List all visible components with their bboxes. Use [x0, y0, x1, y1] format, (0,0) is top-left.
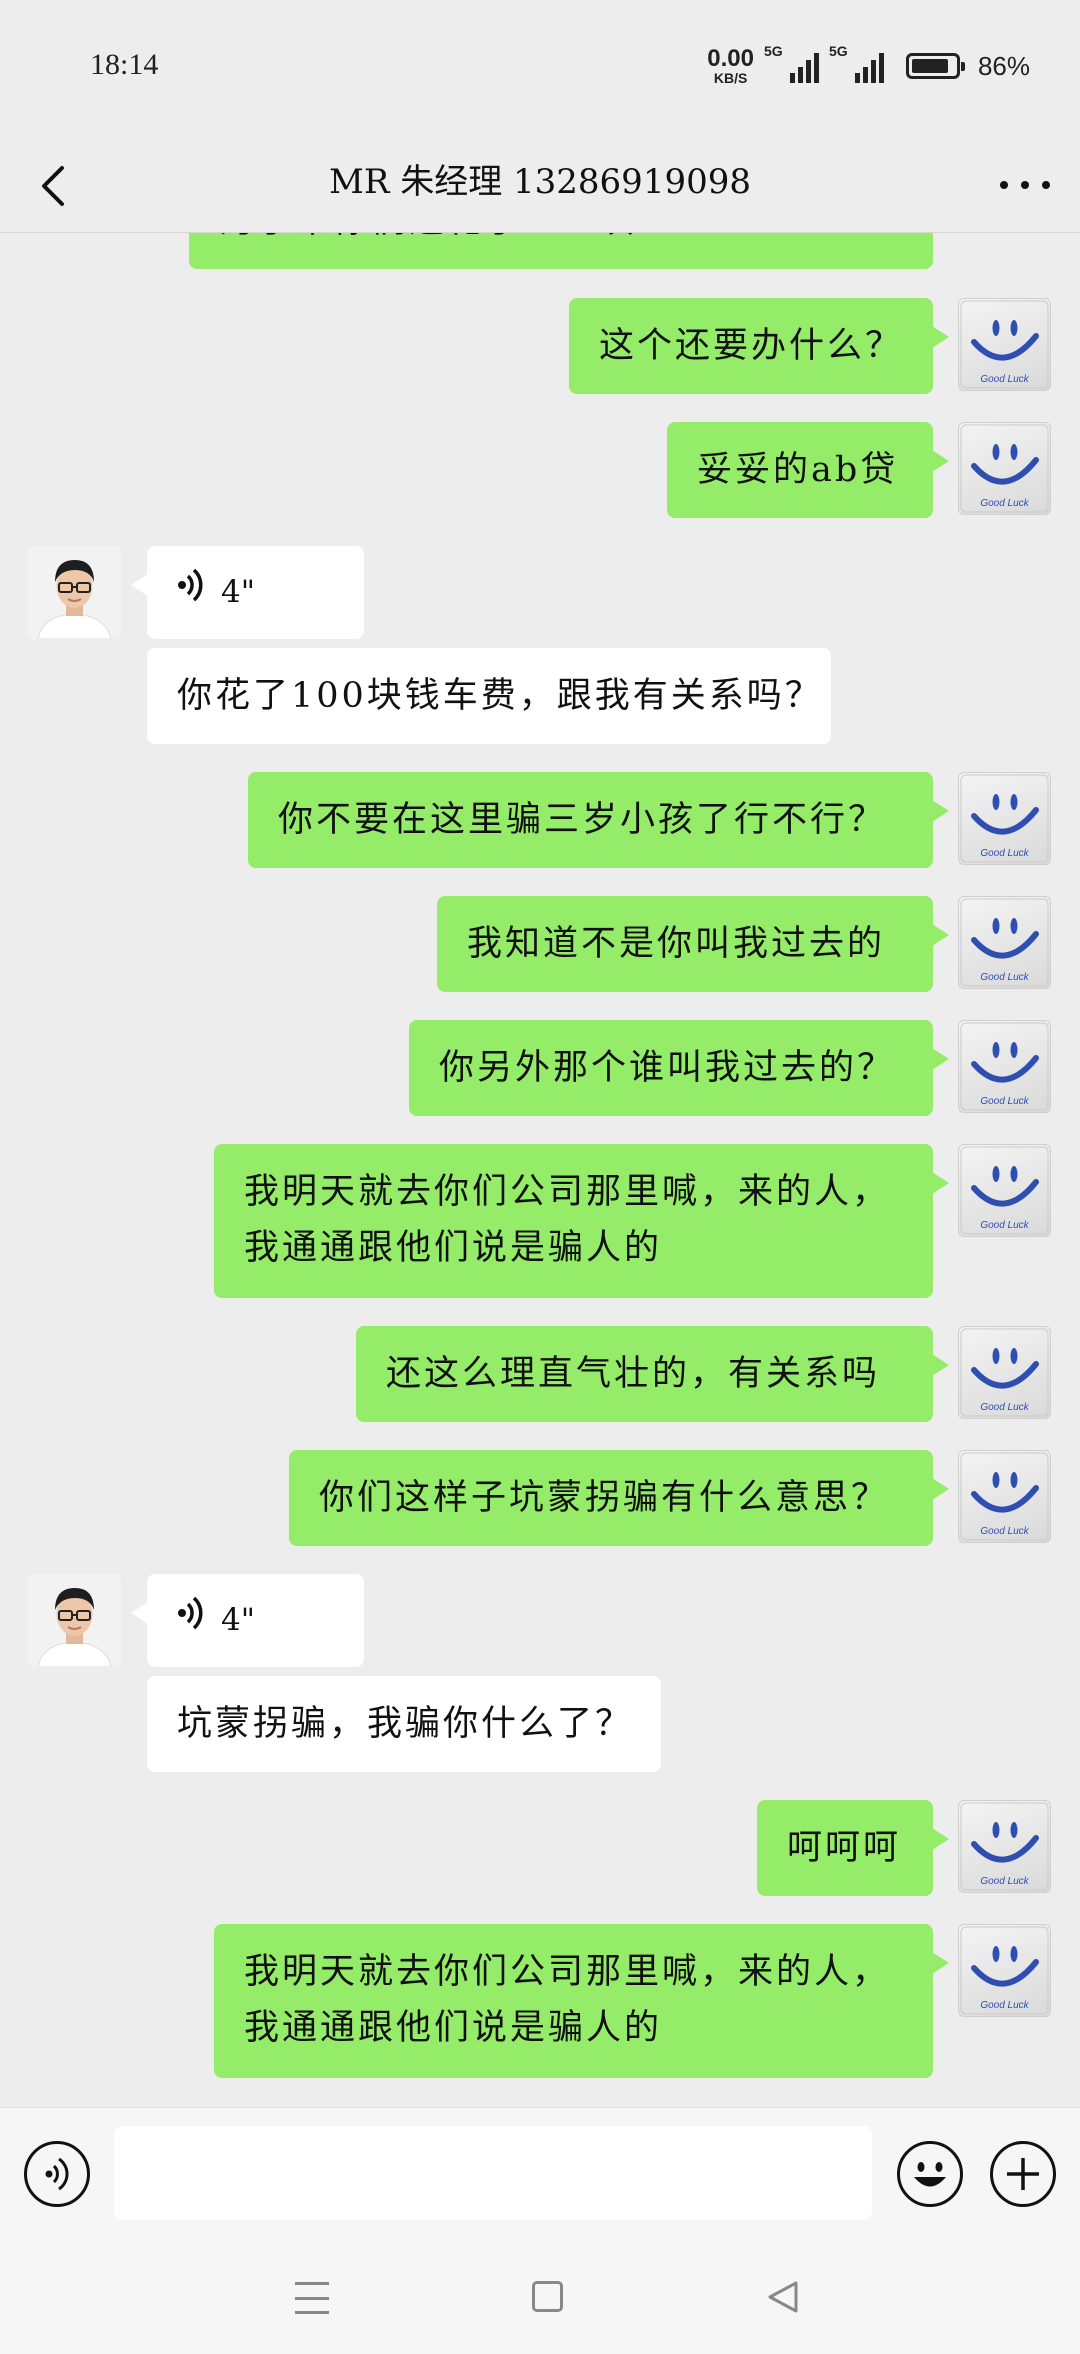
avatar-caption: Good Luck [980, 848, 1029, 859]
self-avatar[interactable]: Good Luck [958, 1020, 1051, 1113]
message-text-line: 我明天就去你们公司那里喊，来的人， [244, 1952, 891, 1992]
avatar-caption: Good Luck [980, 1402, 1029, 1413]
self-avatar[interactable]: Good Luck [958, 1144, 1051, 1237]
message-bubble-self[interactable]: 妥妥的ab贷 [667, 422, 949, 518]
signal-icon-sim2: 5G [829, 43, 884, 83]
self-avatar[interactable]: Good Luck [958, 896, 1051, 989]
message-input[interactable] [114, 2126, 872, 2220]
message-bubble-self[interactable]: 这个还要办什么？ [569, 298, 949, 394]
contact-avatar[interactable] [28, 1574, 121, 1667]
voice-input-icon[interactable] [24, 2141, 90, 2207]
self-avatar[interactable]: Good Luck [958, 1924, 1051, 2017]
avatar-caption: Good Luck [980, 1876, 1029, 1887]
battery-percent: 86% [977, 50, 1030, 81]
voice-wave-icon [177, 1592, 205, 1648]
self-avatar[interactable]: Good Luck [958, 1800, 1051, 1893]
message-bubble-self[interactable]: 我明天就去你们公司那里喊，来的人， 我通通跟他们说是骗人的 [214, 1924, 949, 2078]
status-bar: 18:14 0.00 KB/S 5G 5G 86% [0, 0, 1080, 140]
message-text: 你另外那个谁叫我过去的？ [439, 1048, 896, 1088]
status-time: 18:14 [90, 48, 159, 81]
message-bubble-self[interactable]: 还这么理直气壮的，有关系吗 [356, 1326, 949, 1422]
voice-message-bubble[interactable]: 4" [131, 546, 364, 639]
sim2-label: 5G [828, 43, 848, 59]
input-bar [0, 2107, 1080, 2240]
self-avatar[interactable]: Good Luck [958, 772, 1051, 865]
voice-message-bubble[interactable]: 4" [131, 1574, 364, 1667]
message-bubble-self[interactable]: 我明天就去你们公司那里喊，来的人， 我通通跟他们说是骗人的 [214, 1144, 949, 1298]
message-bubble-self[interactable]: 你另外那个谁叫我过去的？ [409, 1020, 949, 1116]
message-text: 为了来你们这花了100块 [219, 233, 637, 241]
message-text: 妥妥的ab贷 [697, 450, 899, 490]
message-bubble-self[interactable]: 你不要在这里骗三岁小孩了行不行？ [248, 772, 949, 868]
message-bubble-self[interactable]: 呵呵呵 [757, 1800, 949, 1896]
plus-icon[interactable] [990, 2141, 1056, 2207]
network-speed: 0.00 KB/S [707, 45, 754, 86]
back-triangle-icon[interactable] [766, 2279, 802, 2315]
self-avatar[interactable]: Good Luck [958, 1450, 1051, 1543]
contact-avatar[interactable] [28, 546, 121, 639]
message-text: 我知道不是你叫我过去的 [467, 924, 886, 964]
voice-wave-icon [177, 564, 205, 620]
signal-icon-sim1: 5G [764, 43, 819, 83]
message-text-line: 我通通跟他们说是骗人的 [244, 1228, 663, 1268]
self-avatar[interactable]: Good Luck [958, 422, 1051, 515]
avatar-caption: Good Luck [980, 972, 1029, 983]
message-text: 还这么理直气壮的，有关系吗 [386, 1354, 881, 1394]
message-text: 你花了100块钱车费，跟我有关系吗？ [177, 676, 823, 716]
self-avatar[interactable]: Good Luck [958, 1326, 1051, 1419]
message-text-line: 我通通跟他们说是骗人的 [244, 2008, 663, 2048]
network-speed-unit: KB/S [713, 70, 748, 86]
sim1-label: 5G [763, 43, 783, 59]
chat-header: MR 朱经理 13286919098 [0, 140, 1080, 233]
avatar-caption: Good Luck [980, 1526, 1029, 1537]
message-text: 这个还要办什么？ [599, 326, 904, 366]
message-text: 你们这样子坑蒙拐骗有什么意思？ [319, 1478, 890, 1518]
home-icon[interactable] [532, 2281, 563, 2312]
network-speed-value: 0.00 [707, 45, 754, 72]
avatar-caption: Good Luck [980, 498, 1029, 509]
more-dots-icon[interactable] [1000, 170, 1050, 200]
avatar-caption: Good Luck [980, 1220, 1029, 1231]
emoji-icon[interactable] [897, 2141, 963, 2207]
avatar-caption: Good Luck [980, 374, 1029, 385]
message-bubble-self[interactable]: 我知道不是你叫我过去的 [437, 896, 949, 992]
chat-title: MR 朱经理 13286919098 [329, 162, 751, 202]
message-bubble-self[interactable]: 为了来你们这花了100块 [189, 233, 933, 269]
message-text: 呵呵呵 [787, 1828, 902, 1868]
message-text: 坑蒙拐骗，我骗你什么了？ [177, 1704, 634, 1744]
portrait-image [28, 546, 121, 639]
menu-icon[interactable] [295, 2282, 329, 2314]
avatar-caption: Good Luck [980, 1096, 1029, 1107]
system-nav-bar [0, 2239, 1080, 2354]
self-avatar[interactable]: Good Luck [958, 298, 1051, 391]
message-bubble-self[interactable]: 你们这样子坑蒙拐骗有什么意思？ [289, 1450, 949, 1546]
message-text-line: 我明天就去你们公司那里喊，来的人， [244, 1172, 891, 1212]
battery-icon [905, 53, 965, 79]
avatar-caption: Good Luck [980, 2000, 1029, 2011]
message-bubble-contact[interactable]: 你花了100块钱车费，跟我有关系吗？ [147, 648, 831, 744]
message-text: 你不要在这里骗三岁小孩了行不行？ [278, 800, 887, 840]
portrait-image [28, 1574, 121, 1667]
voice-duration: 4" [221, 574, 255, 610]
message-bubble-contact[interactable]: 坑蒙拐骗，我骗你什么了？ [147, 1676, 661, 1772]
message-list[interactable]: 为了来你们这花了100块 这个还要办什么？ Good Luck 妥妥的ab贷 G… [0, 233, 1080, 2106]
voice-duration: 4" [221, 1602, 255, 1638]
